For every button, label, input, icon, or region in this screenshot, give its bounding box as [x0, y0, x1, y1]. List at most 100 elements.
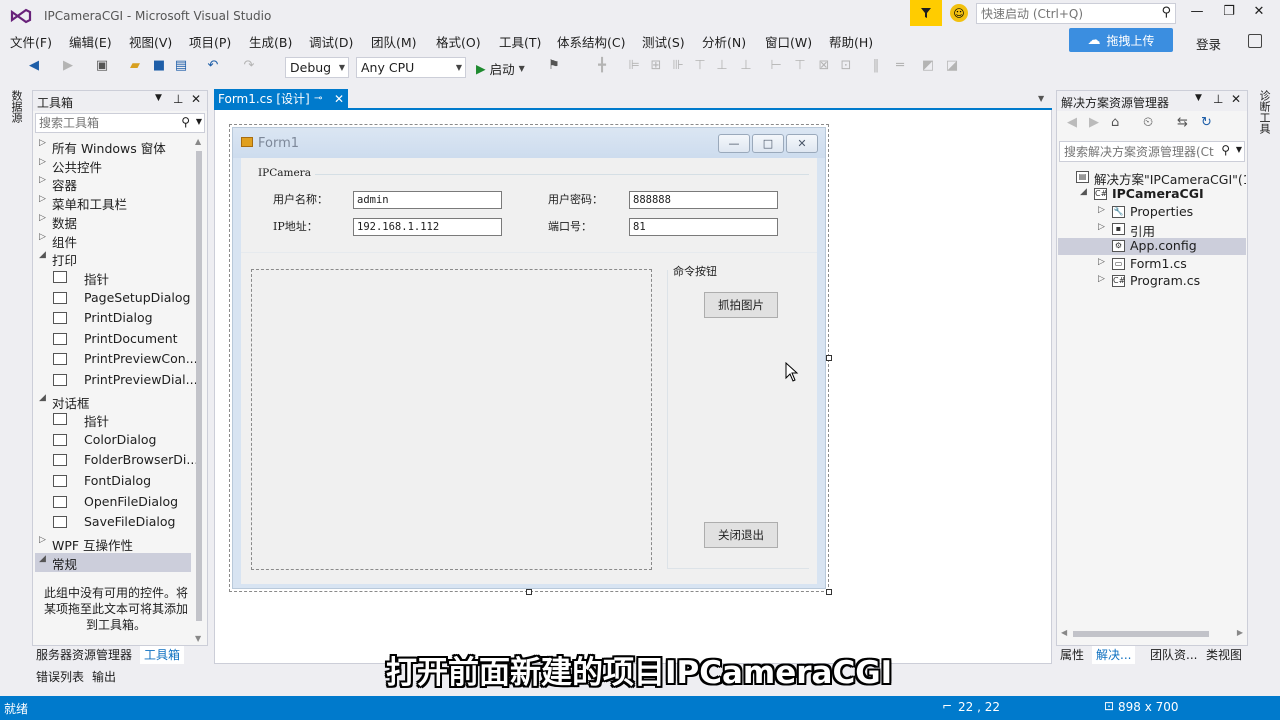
tab-solution-explorer[interactable]: 解决...: [1092, 646, 1136, 664]
toolbox-group[interactable]: ▷ 容器: [35, 174, 191, 193]
align-middle-icon[interactable]: ⊥: [714, 58, 730, 74]
solution-tree-item[interactable]: ▷ 🔧 Properties: [1058, 204, 1246, 221]
pin-icon[interactable]: ⊥: [1213, 92, 1223, 106]
collapse-icon[interactable]: ◢: [1080, 187, 1087, 197]
sync-icon[interactable]: ⇆: [1177, 115, 1188, 130]
close-icon[interactable]: ✕: [1231, 92, 1241, 106]
find-icon[interactable]: ⚑: [546, 58, 562, 74]
expand-icon[interactable]: ▷: [1098, 257, 1105, 267]
pin-icon[interactable]: ⊸: [314, 89, 322, 109]
redo-icon[interactable]: ↷: [241, 58, 257, 74]
vertical-spacing-icon[interactable]: ═: [892, 58, 908, 74]
toolbox-group[interactable]: ▷ 组件: [35, 231, 191, 250]
solution-search-box[interactable]: ⚲ ▼: [1059, 141, 1245, 162]
solution-tree-item[interactable]: ⚙ App.config: [1058, 238, 1246, 256]
resize-handle-corner[interactable]: [826, 589, 832, 595]
forward-icon[interactable]: ▶: [60, 58, 76, 74]
toolbox-item[interactable]: FontDialog: [35, 472, 191, 491]
ip-field[interactable]: 192.168.1.112: [353, 218, 502, 236]
expand-icon[interactable]: ▷: [39, 535, 46, 545]
tab-properties[interactable]: 属性: [1056, 646, 1088, 664]
toolbox-item[interactable]: 指针: [35, 410, 191, 429]
size-to-grid-icon[interactable]: ⊠: [816, 58, 832, 74]
bring-to-front-icon[interactable]: ◩: [920, 58, 936, 74]
port-field[interactable]: 81: [629, 218, 778, 236]
solution-config-select[interactable]: Debug ▼: [285, 57, 349, 78]
login-link[interactable]: 登录: [1196, 34, 1221, 53]
menu-window[interactable]: 窗口(W): [765, 32, 812, 51]
toolbox-item[interactable]: PrintPreviewCon...: [35, 350, 198, 369]
chevron-down-icon[interactable]: ▼: [1195, 93, 1202, 103]
menu-debug[interactable]: 调试(D): [309, 32, 353, 51]
expand-icon[interactable]: ▷: [39, 157, 46, 167]
account-icon[interactable]: [1248, 34, 1262, 48]
chevron-down-icon[interactable]: ▼: [1038, 94, 1044, 103]
back-icon[interactable]: ◀: [26, 58, 42, 74]
solution-tree-item[interactable]: ◢ C# IPCameraCGI: [1058, 186, 1246, 203]
menu-help[interactable]: 帮助(H): [829, 32, 873, 51]
form1-window[interactable]: Form1 — □ ✕ IPCamera 用户名称： admin 用户密码： 8…: [232, 127, 826, 589]
collapse-icon[interactable]: ◢: [39, 393, 46, 403]
menu-analyze[interactable]: 分析(N): [702, 32, 746, 51]
align-top-icon[interactable]: ⊤: [692, 58, 708, 74]
collapse-icon[interactable]: ◢: [39, 554, 46, 564]
open-file-icon[interactable]: ▰: [127, 58, 143, 74]
menu-build[interactable]: 生成(B): [249, 32, 292, 51]
history-icon[interactable]: ⏲: [1143, 115, 1153, 130]
data-sources-tab[interactable]: 数据源: [8, 90, 24, 123]
expand-icon[interactable]: ▷: [1098, 205, 1105, 215]
expand-icon[interactable]: ▷: [39, 194, 46, 204]
solution-hscrollbar[interactable]: ◀ ▶: [1059, 627, 1245, 641]
password-field[interactable]: 888888: [629, 191, 778, 209]
align-bottom-icon[interactable]: ⊥: [738, 58, 754, 74]
tab-server-explorer[interactable]: 服务器资源管理器: [32, 646, 136, 664]
expand-icon[interactable]: ▷: [1098, 222, 1105, 232]
solution-search-input[interactable]: [1060, 142, 1220, 161]
scroll-down-icon[interactable]: ▼: [195, 634, 201, 643]
tab-error-list[interactable]: 错误列表: [32, 668, 88, 686]
expand-icon[interactable]: ▷: [1098, 274, 1105, 284]
pin-icon[interactable]: ⊥: [173, 92, 183, 106]
menu-architecture[interactable]: 体系结构(C): [557, 32, 625, 51]
tab-class-view[interactable]: 类视图: [1202, 646, 1246, 664]
collapse-icon[interactable]: ◢: [39, 250, 46, 260]
new-project-icon[interactable]: ▣: [94, 58, 110, 74]
restore-button[interactable]: ❐: [1214, 4, 1244, 22]
diagnostic-tools-tab[interactable]: 诊断工具: [1256, 90, 1272, 134]
toolbox-group[interactable]: ▷ 菜单和工具栏: [35, 193, 191, 212]
save-icon[interactable]: ■: [151, 58, 167, 74]
toolbox-item[interactable]: FolderBrowserDi...: [35, 451, 198, 470]
send-to-back-icon[interactable]: ◪: [944, 58, 960, 74]
toolbox-group[interactable]: ◢ 对话框: [35, 392, 191, 411]
form-close-button[interactable]: ✕: [786, 134, 818, 153]
grid-snap-icon[interactable]: ╋: [594, 58, 610, 74]
expand-icon[interactable]: ▷: [39, 175, 46, 185]
scroll-up-icon[interactable]: ▲: [195, 137, 201, 146]
menu-project[interactable]: 项目(P): [189, 32, 231, 51]
username-field[interactable]: admin: [353, 191, 502, 209]
save-all-icon[interactable]: ▤: [173, 58, 189, 74]
close-button[interactable]: ✕: [1244, 4, 1274, 22]
scroll-right-icon[interactable]: ▶: [1237, 628, 1243, 637]
solution-tree-item[interactable]: ▷ C# Program.cs: [1058, 273, 1246, 290]
feedback-smile-icon[interactable]: ☺: [950, 4, 968, 22]
align-right-icon[interactable]: ⊪: [670, 58, 686, 74]
form-minimize-button[interactable]: —: [718, 134, 750, 153]
tab-output[interactable]: 输出: [88, 668, 120, 686]
quick-launch-input[interactable]: [977, 4, 1152, 23]
picture-box[interactable]: [251, 269, 652, 570]
toolbox-item[interactable]: ColorDialog: [35, 431, 191, 450]
toolbox-item[interactable]: PrintDialog: [35, 309, 191, 328]
close-exit-button[interactable]: 关闭退出: [704, 522, 778, 548]
toolbox-scrollbar[interactable]: ▲ ▼: [193, 137, 205, 643]
tab-toolbox[interactable]: 工具箱: [140, 646, 185, 664]
scroll-thumb[interactable]: [1073, 631, 1209, 637]
capture-image-button[interactable]: 抓拍图片: [704, 292, 778, 318]
menu-edit[interactable]: 编辑(E): [69, 32, 112, 51]
toolbox-search-input[interactable]: [36, 114, 176, 132]
align-left-icon[interactable]: ⊫: [626, 58, 642, 74]
menu-tools[interactable]: 工具(T): [499, 32, 541, 51]
platform-select[interactable]: Any CPU ▼: [356, 57, 466, 78]
toolbox-group[interactable]: ▷ 公共控件: [35, 156, 191, 175]
toolbox-item[interactable]: PageSetupDialog: [35, 289, 191, 308]
